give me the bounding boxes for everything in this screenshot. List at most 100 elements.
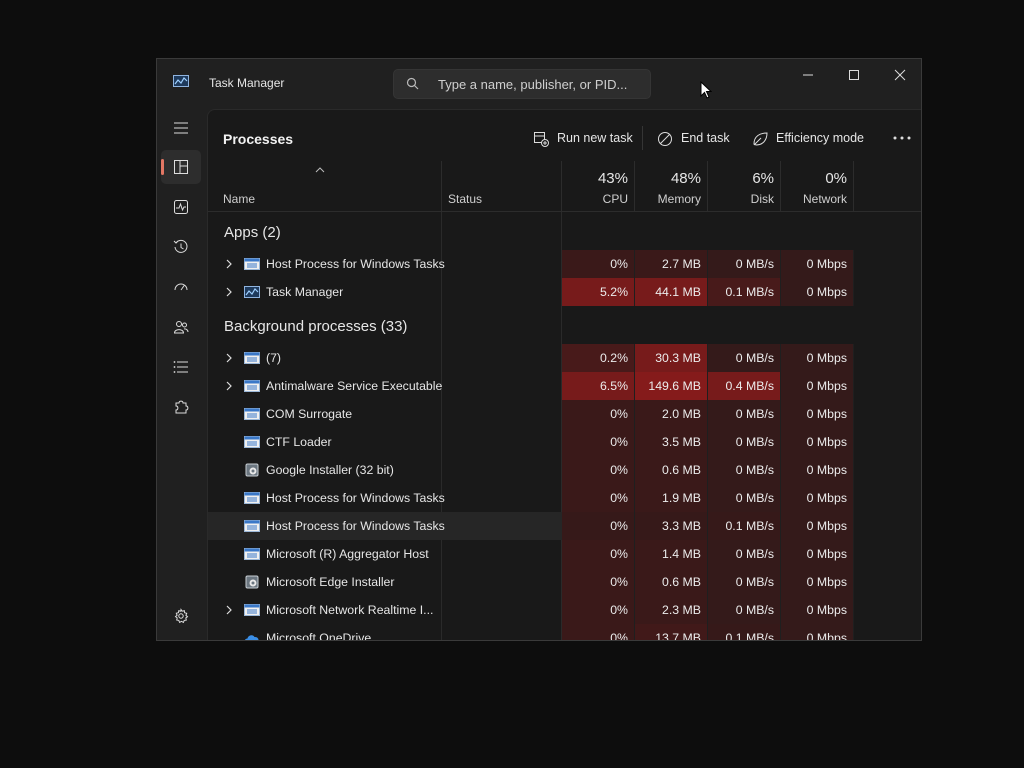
minimize-button[interactable] [785, 59, 831, 91]
table-row[interactable]: Microsoft Edge Installer 0% 0.6 MB 0 MB/s 0 … [208, 568, 921, 596]
process-name-cell [208, 400, 562, 428]
disk-value: 0 MB/s [735, 547, 774, 561]
table-row[interactable]: COM Surrogate 0% 2.0 MB 0 MB/s 0 Mbps [208, 400, 921, 428]
table-row[interactable]: Host Process for Windows Tasks 0% 1.9 MB 0 … [208, 484, 921, 512]
cpu-cell: 0% [562, 540, 635, 568]
end-task-label: End task [681, 131, 730, 145]
net-value: 0 Mbps [806, 603, 847, 617]
net-value: 0 Mbps [806, 547, 847, 561]
disk-cell: 0 MB/s [708, 344, 781, 372]
nav-details[interactable] [161, 350, 201, 384]
cloud-icon [244, 635, 259, 640]
more-options-button[interactable] [886, 123, 916, 153]
processes-panel: Processes Run new task End task Efficien… [207, 109, 921, 640]
menu-icon [174, 122, 188, 134]
nav-app-history[interactable] [161, 230, 201, 264]
search-box[interactable] [393, 69, 651, 99]
settings-icon [174, 608, 189, 624]
maximize-button[interactable] [831, 59, 877, 91]
disk-value: 0.1 MB/s [725, 519, 774, 533]
mem-cell: 0.6 MB [635, 456, 708, 484]
group-header-apps: Apps (2) [208, 212, 921, 250]
title-bar[interactable]: Task Manager [157, 59, 921, 109]
search-icon [406, 77, 419, 90]
close-button[interactable] [877, 59, 921, 91]
net-cell: 0 Mbps [781, 400, 854, 428]
table-row[interactable]: Host Process for Windows Tasks 0% 2.7 MB 0 … [208, 250, 921, 278]
column-name[interactable]: Name [208, 161, 442, 211]
table-row[interactable]: (7) 0.2% 30.3 MB 0 MB/s 0 Mbps [208, 344, 921, 372]
net-value: 0 Mbps [806, 407, 847, 421]
chevron-right-icon[interactable] [225, 353, 233, 363]
window-icon [244, 436, 260, 448]
window-title: Task Manager [209, 76, 285, 90]
chevron-right-icon[interactable] [225, 287, 233, 297]
chevron-right-icon[interactable] [225, 605, 233, 615]
process-name-cell [208, 428, 562, 456]
disk-cell: 0 MB/s [708, 250, 781, 278]
process-name: Host Process for Windows Tasks [266, 257, 445, 271]
minimize-icon [803, 74, 813, 76]
nav-services[interactable] [161, 390, 201, 424]
column-status[interactable]: Status [442, 161, 562, 211]
cpu-value: 0% [610, 463, 628, 477]
memory-percent: 48% [670, 170, 701, 187]
cpu-value: 0% [610, 631, 628, 640]
disk-value: 0 MB/s [735, 435, 774, 449]
mem-value: 44.1 MB [655, 285, 701, 299]
window-icon [244, 604, 260, 616]
efficiency-mode-label: Efficiency mode [776, 131, 865, 145]
mem-cell: 2.3 MB [635, 596, 708, 624]
mem-cell: 44.1 MB [635, 278, 708, 306]
table-row[interactable]: Microsoft Network Realtime I... 0% 2.3 MB 0… [208, 596, 921, 624]
search-input[interactable] [438, 75, 643, 93]
process-name: Microsoft (R) Aggregator Host [266, 547, 429, 561]
table-row[interactable]: Microsoft OneDrive 0% 13.7 MB 0.1 MB/s 0 Mbp… [208, 624, 921, 640]
nav-startup-apps[interactable] [161, 270, 201, 304]
window-icon [244, 548, 260, 560]
installer-icon [245, 575, 259, 589]
mem-value: 0.6 MB [662, 463, 701, 477]
disk-value: 0 MB/s [735, 257, 774, 271]
cpu-percent: 43% [597, 170, 628, 187]
mem-value: 2.0 MB [662, 407, 701, 421]
nav-performance[interactable] [161, 190, 201, 224]
task-manager-icon [244, 286, 260, 298]
chevron-right-icon[interactable] [225, 259, 233, 269]
column-memory[interactable]: 48% Memory [635, 161, 708, 211]
nav-settings[interactable] [161, 599, 201, 633]
table-row[interactable]: Host Process for Windows Tasks 0% 3.3 MB 0.… [208, 512, 921, 540]
cpu-value: 0% [610, 407, 628, 421]
chevron-right-icon[interactable] [225, 381, 233, 391]
net-cell: 0 Mbps [781, 568, 854, 596]
mem-value: 13.7 MB [655, 631, 701, 640]
table-row[interactable]: Google Installer (32 bit) 0% 0.6 MB 0 MB/s 0… [208, 456, 921, 484]
nav-processes[interactable] [161, 150, 201, 184]
disk-value: 0.1 MB/s [725, 631, 774, 640]
nav-users[interactable] [161, 310, 201, 344]
table-row[interactable]: Task Manager 5.2% 44.1 MB 0.1 MB/s 0 Mbps [208, 278, 921, 306]
mem-cell: 1.4 MB [635, 540, 708, 568]
net-value: 0 Mbps [806, 631, 847, 640]
column-network[interactable]: 0% Network [781, 161, 854, 211]
net-cell: 0 Mbps [781, 596, 854, 624]
column-disk[interactable]: 6% Disk [708, 161, 781, 211]
net-cell: 0 Mbps [781, 512, 854, 540]
run-new-task-icon [534, 132, 549, 147]
net-value: 0 Mbps [806, 491, 847, 505]
cpu-cell: 0.2% [562, 344, 635, 372]
disk-cell: 0 MB/s [708, 428, 781, 456]
mem-cell: 30.3 MB [635, 344, 708, 372]
table-row[interactable]: Microsoft (R) Aggregator Host 0% 1.4 MB 0 M… [208, 540, 921, 568]
disk-value: 0 MB/s [735, 351, 774, 365]
cpu-value: 0% [610, 575, 628, 589]
mem-value: 3.3 MB [662, 519, 701, 533]
table-row[interactable]: Antimalware Service Executable 6.5% 149.6 … [208, 372, 921, 400]
net-cell: 0 Mbps [781, 250, 854, 278]
column-cpu[interactable]: 43% CPU [562, 161, 635, 211]
table-row[interactable]: CTF Loader 0% 3.5 MB 0 MB/s 0 Mbps [208, 428, 921, 456]
more-icon [893, 136, 911, 140]
disk-value: 0 MB/s [735, 603, 774, 617]
mem-cell: 149.6 MB [635, 372, 708, 400]
hamburger-menu-button[interactable] [161, 111, 201, 145]
